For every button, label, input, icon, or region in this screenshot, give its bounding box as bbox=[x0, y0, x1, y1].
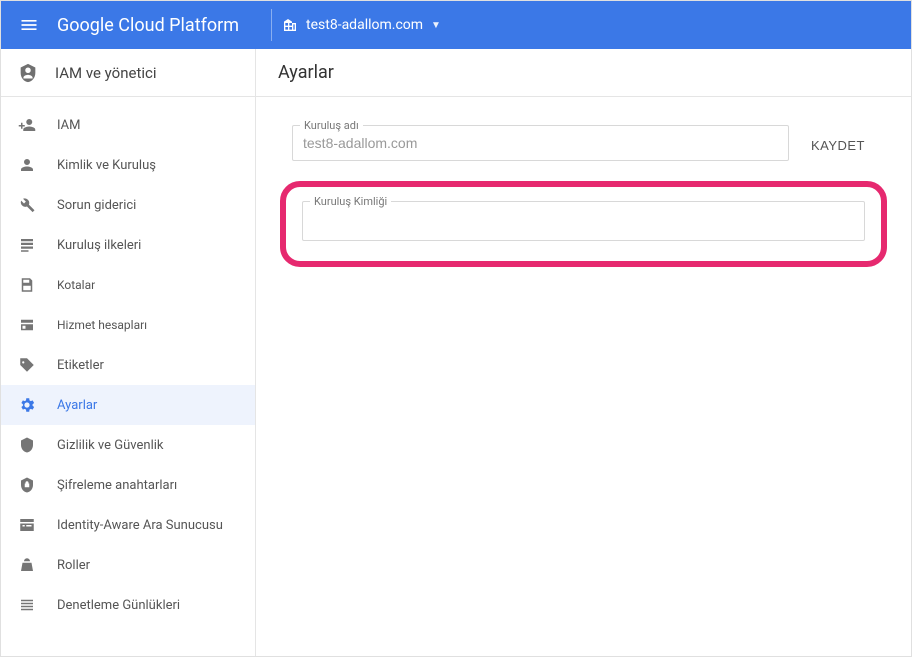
nav-item-troubleshooter[interactable]: Sorun giderici bbox=[1, 185, 255, 225]
nav-item-quotas[interactable]: Kotalar bbox=[1, 265, 255, 305]
project-name: test8-adallom.com bbox=[306, 17, 423, 33]
section-title: IAM ve yönetici bbox=[55, 64, 157, 82]
organization-icon bbox=[282, 17, 298, 33]
org-name-label: Kuruluş adı bbox=[300, 119, 363, 132]
wrench-icon bbox=[17, 196, 37, 214]
nav-label: Kimlik ve Kuruluş bbox=[57, 158, 156, 173]
nav-label: Identity-Aware Ara Sunucusu bbox=[57, 518, 223, 533]
org-id-highlight: Kuruluş Kimliği bbox=[280, 181, 887, 267]
nav-label: Kotalar bbox=[57, 278, 95, 292]
nav-item-settings[interactable]: Ayarlar bbox=[1, 385, 255, 425]
nav-label: Hizmet hesapları bbox=[57, 318, 147, 332]
main: Ayarlar Kuruluş adı KAYDET Kuruluş Kimli… bbox=[256, 49, 911, 656]
org-name-input[interactable] bbox=[292, 125, 789, 161]
topbar: Google Cloud Platform test8-adallom.com … bbox=[1, 1, 911, 49]
nav-label: Ayarlar bbox=[57, 398, 97, 413]
main-header: Ayarlar bbox=[256, 49, 911, 97]
brand-title: Google Cloud Platform bbox=[57, 15, 239, 36]
save-button[interactable]: KAYDET bbox=[801, 130, 875, 161]
nav-item-identity-org[interactable]: Kimlik ve Kuruluş bbox=[1, 145, 255, 185]
nav-label: Sorun giderici bbox=[57, 198, 136, 213]
save-icon bbox=[17, 276, 37, 294]
shield-lock-icon bbox=[17, 476, 37, 494]
caret-down-icon: ▼ bbox=[431, 20, 441, 31]
menu-button[interactable] bbox=[9, 5, 49, 45]
person-add-icon bbox=[17, 116, 37, 134]
shield-person-icon bbox=[17, 62, 39, 84]
org-name-row: Kuruluş adı KAYDET bbox=[280, 121, 887, 169]
nav-item-service-accounts[interactable]: Hizmet hesapları bbox=[1, 305, 255, 345]
nav-item-encryption-keys[interactable]: Şifreleme anahtarları bbox=[1, 465, 255, 505]
project-selector[interactable]: test8-adallom.com ▼ bbox=[271, 9, 451, 41]
nav-label: Gizlilik ve Güvenlik bbox=[57, 438, 163, 453]
nav-item-roles[interactable]: Roller bbox=[1, 545, 255, 585]
iap-icon bbox=[17, 516, 37, 534]
nav-item-org-policies[interactable]: Kuruluş ilkeleri bbox=[1, 225, 255, 265]
org-id-label: Kuruluş Kimliği bbox=[310, 195, 391, 208]
tag-icon bbox=[17, 356, 37, 374]
nav-label: Denetleme Günlükleri bbox=[57, 598, 180, 613]
audit-log-icon bbox=[17, 596, 37, 614]
service-account-icon bbox=[17, 316, 37, 334]
list-icon bbox=[17, 236, 37, 254]
sidebar: IAM ve yönetici IAM Kimlik ve Kuruluş So… bbox=[1, 49, 256, 656]
nav-item-privacy-security[interactable]: Gizlilik ve Güvenlik bbox=[1, 425, 255, 465]
content: Kuruluş adı KAYDET Kuruluş Kimliği bbox=[256, 97, 911, 291]
person-icon bbox=[17, 156, 37, 174]
page-title: Ayarlar bbox=[278, 62, 334, 83]
nav-item-labels[interactable]: Etiketler bbox=[1, 345, 255, 385]
nav-label: Etiketler bbox=[57, 358, 104, 373]
nav: IAM Kimlik ve Kuruluş Sorun giderici Kur… bbox=[1, 97, 255, 625]
nav-item-audit-logs[interactable]: Denetleme Günlükleri bbox=[1, 585, 255, 625]
nav-item-iap[interactable]: Identity-Aware Ara Sunucusu bbox=[1, 505, 255, 545]
nav-label: Kuruluş ilkeleri bbox=[57, 238, 141, 253]
nav-label: IAM bbox=[57, 118, 80, 133]
nav-item-iam[interactable]: IAM bbox=[1, 105, 255, 145]
nav-label: Şifreleme anahtarları bbox=[57, 478, 177, 493]
roles-icon bbox=[17, 556, 37, 574]
nav-label: Roller bbox=[57, 558, 90, 573]
hamburger-icon bbox=[19, 15, 39, 35]
shield-icon bbox=[17, 436, 37, 454]
section-header: IAM ve yönetici bbox=[1, 49, 255, 97]
gear-icon bbox=[17, 396, 37, 414]
